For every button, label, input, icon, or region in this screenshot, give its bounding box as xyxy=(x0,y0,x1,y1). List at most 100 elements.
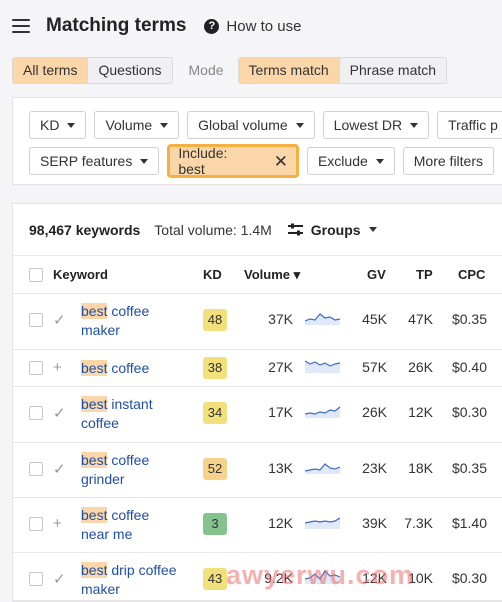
question-icon: ? xyxy=(204,18,220,34)
tp-value: 10K xyxy=(408,570,433,586)
keyword-link[interactable]: best coffee grinder xyxy=(81,451,191,489)
close-icon[interactable]: ✕ xyxy=(274,153,288,170)
tab-questions[interactable]: Questions xyxy=(87,57,172,83)
keyword-text: instant xyxy=(107,396,153,412)
col-keyword[interactable]: Keyword xyxy=(53,267,108,282)
cpc-value: $0.35 xyxy=(451,311,487,327)
volume-filter[interactable]: Volume xyxy=(94,111,180,139)
table-header: Keyword KD Volume ▾ GV TP CPC xyxy=(13,256,502,294)
keyword-link[interactable]: best coffee maker xyxy=(81,302,191,340)
keyword-count: 98,467 keywords xyxy=(29,221,141,238)
row-checkbox[interactable] xyxy=(29,361,43,375)
tab-terms-match[interactable]: Terms match xyxy=(238,57,339,83)
results-summary: 98,467 keywords Total volume: 1.4M Group… xyxy=(13,204,502,256)
keyword-highlight: best xyxy=(81,562,108,578)
keyword-link[interactable]: best drip coffee maker xyxy=(81,561,191,599)
global-volume-filter[interactable]: Global volume xyxy=(187,111,315,139)
table-row[interactable]: ✓ best instant coffee 34 17K 26K 12K $0.30 xyxy=(13,387,502,443)
gv-value: 57K xyxy=(362,359,387,375)
gv-value: 12K xyxy=(362,570,387,586)
lowest-dr-filter[interactable]: Lowest DR xyxy=(322,111,430,139)
total-volume: Total volume: 1.4M xyxy=(154,221,272,238)
volume-value: 12K xyxy=(268,515,293,531)
keyword-link[interactable]: best instant coffee xyxy=(81,395,191,433)
keyword-highlight: best xyxy=(81,507,108,523)
row-checkbox[interactable] xyxy=(29,572,43,586)
keyword-text-line2: grinder xyxy=(81,471,125,487)
keyword-text: drip coffee xyxy=(107,562,177,578)
match-mode-tabs: Terms match Phrase match xyxy=(237,56,448,84)
row-checkbox[interactable] xyxy=(29,406,43,420)
page-header: Matching terms ? How to use xyxy=(0,0,502,52)
col-volume[interactable]: Volume ▾ xyxy=(244,267,300,283)
check-icon[interactable]: ✓ xyxy=(53,311,66,329)
tp-value: 12K xyxy=(408,404,433,420)
table-row[interactable]: + best coffee near me 3 12K 39K 7.3K $1.40 xyxy=(13,498,502,553)
tab-all-terms[interactable]: All terms xyxy=(13,57,88,83)
traffic-filter[interactable]: Traffic p xyxy=(437,111,502,139)
kd-badge: 43 xyxy=(203,568,227,590)
check-icon[interactable]: ✓ xyxy=(53,460,66,478)
chevron-down-icon xyxy=(67,122,76,128)
add-icon[interactable]: + xyxy=(53,359,62,376)
col-cpc[interactable]: CPC xyxy=(458,267,485,282)
table-row[interactable]: + best coffee 38 27K 57K 26K $0.40 xyxy=(13,350,502,387)
keyword-highlight: best xyxy=(81,303,108,319)
check-icon[interactable]: ✓ xyxy=(53,570,66,588)
row-checkbox[interactable] xyxy=(29,517,43,531)
volume-value: 17K xyxy=(268,404,293,420)
table-row[interactable]: ✓ best coffee maker 48 37K 45K 47K $0.35 xyxy=(13,294,502,350)
more-filters-button[interactable]: More filters xyxy=(402,147,494,175)
keyword-text-line2: near me xyxy=(81,526,133,542)
col-kd[interactable]: KD xyxy=(203,267,222,282)
keyword-link[interactable]: best coffee near me xyxy=(81,506,191,544)
select-all-checkbox[interactable] xyxy=(29,268,43,282)
keyword-text-line2: maker xyxy=(81,581,120,597)
check-icon[interactable]: ✓ xyxy=(53,404,66,422)
sliders-icon xyxy=(287,223,303,236)
kd-badge: 34 xyxy=(203,402,227,424)
filter-row-1: KD Volume Global volume Lowest DR Traffi… xyxy=(29,111,502,139)
menu-icon[interactable] xyxy=(12,19,30,33)
groups-label: Groups xyxy=(310,221,361,238)
gv-value: 45K xyxy=(362,311,387,327)
chevron-down-icon xyxy=(375,158,384,164)
keyword-highlight: best xyxy=(81,360,108,376)
how-to-use-label: How to use xyxy=(226,17,302,35)
table-row[interactable]: ✓ best coffee grinder 52 13K 23K 18K $0.35 xyxy=(13,443,502,498)
gv-value: 23K xyxy=(362,460,387,476)
row-checkbox[interactable] xyxy=(29,462,43,476)
volume-value: 27K xyxy=(268,359,293,375)
volume-value: 37K xyxy=(268,311,293,327)
page-title: Matching terms xyxy=(46,15,187,36)
chevron-down-icon xyxy=(410,122,419,128)
table-row[interactable]: ✓ best drip coffee maker 43 9.2K 12K 10K $0.30 xyxy=(13,553,502,601)
keyword-text: coffee xyxy=(107,303,150,319)
cpc-value: $0.35 xyxy=(451,460,487,476)
tp-value: 7.3K xyxy=(404,515,433,531)
more-filters-label: More filters xyxy=(413,153,483,169)
trend-sparkline-icon xyxy=(305,463,341,474)
tp-value: 18K xyxy=(408,460,433,476)
term-type-tabs: All terms Questions xyxy=(12,56,173,84)
keyword-link[interactable]: best coffee xyxy=(81,359,191,378)
include-filter-label: Include: best xyxy=(178,145,228,177)
results-panel: 98,467 keywords Total volume: 1.4M Group… xyxy=(12,203,502,602)
row-checkbox[interactable] xyxy=(29,313,43,327)
tab-phrase-match[interactable]: Phrase match xyxy=(338,57,447,83)
groups-dropdown[interactable]: Groups xyxy=(287,221,377,238)
gv-value: 39K xyxy=(362,515,387,531)
lowest-dr-filter-label: Lowest DR xyxy=(333,117,403,133)
how-to-use-link[interactable]: ? How to use xyxy=(204,18,301,35)
include-filter-chip[interactable]: Include: best ✕ xyxy=(167,144,299,178)
filter-row-2: SERP features Include: best ✕ Exclude Mo… xyxy=(29,144,502,178)
add-icon[interactable]: + xyxy=(53,515,62,532)
col-tp[interactable]: TP xyxy=(416,267,433,282)
kd-badge: 52 xyxy=(203,458,227,480)
trend-sparkline-icon xyxy=(305,517,341,529)
kd-filter[interactable]: KD xyxy=(29,111,87,139)
serp-features-filter[interactable]: SERP features xyxy=(29,147,160,175)
exclude-filter[interactable]: Exclude xyxy=(306,147,395,175)
col-gv[interactable]: GV xyxy=(367,267,386,282)
trend-sparkline-icon xyxy=(305,313,341,325)
